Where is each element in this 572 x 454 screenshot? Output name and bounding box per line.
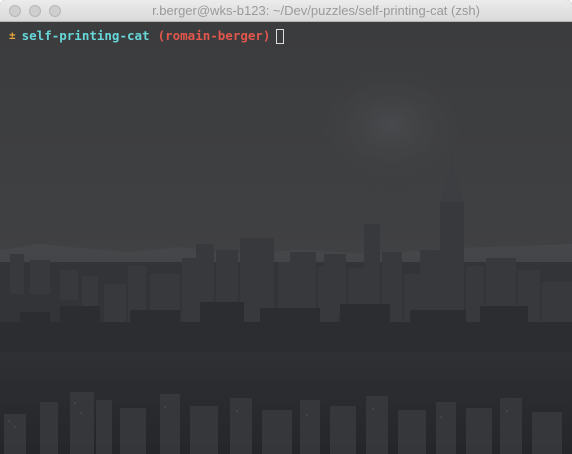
git-status-icon: ± <box>9 29 16 42</box>
terminal-window: r.berger@wks-b123: ~/Dev/puzzles/self-pr… <box>0 0 572 454</box>
close-window-button[interactable] <box>9 5 21 17</box>
terminal-content[interactable]: ± self-printing-cat (romain-berger) <box>0 22 572 454</box>
text-cursor[interactable] <box>276 28 285 44</box>
git-branch: (romain-berger) <box>157 28 271 43</box>
title-bar[interactable]: r.berger@wks-b123: ~/Dev/puzzles/self-pr… <box>0 0 572 22</box>
minimize-window-button[interactable] <box>29 5 41 17</box>
window-title: r.berger@wks-b123: ~/Dev/puzzles/self-pr… <box>152 3 480 18</box>
current-directory: self-printing-cat <box>21 28 150 43</box>
zoom-window-button[interactable] <box>49 5 61 17</box>
prompt-line: ± self-printing-cat (romain-berger) <box>9 27 285 45</box>
city-skyline-background <box>0 22 572 454</box>
